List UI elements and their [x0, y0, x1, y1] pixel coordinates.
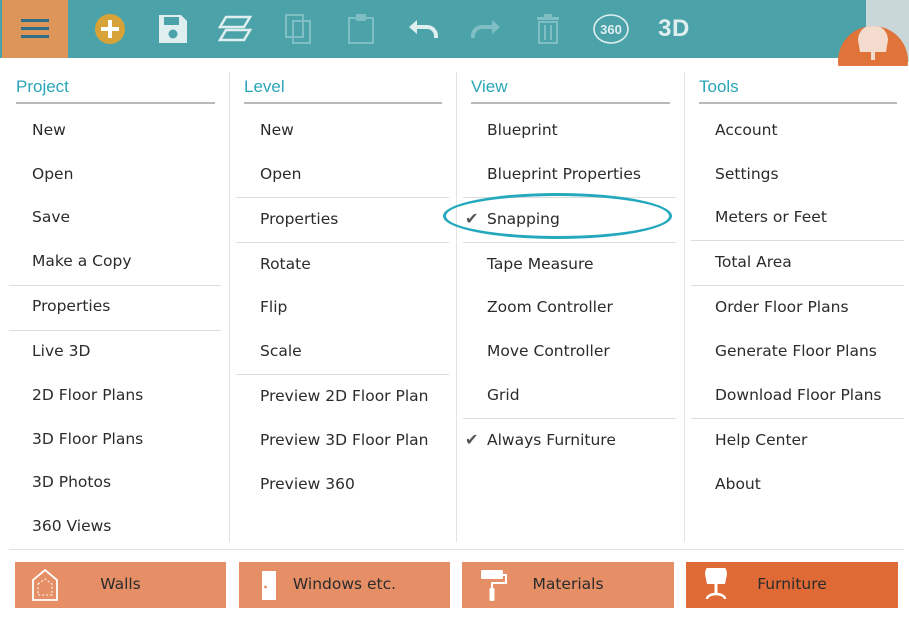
level-preview-3d-floor-plan[interactable]: Preview 3D Floor Plan: [260, 431, 428, 449]
heading-underline: [699, 102, 897, 104]
tools-about[interactable]: About: [715, 475, 761, 493]
view-always-furniture[interactable]: Always Furniture: [487, 431, 616, 449]
360-label: 360: [600, 22, 622, 37]
menu-divider: [691, 285, 904, 286]
column-divider: [456, 72, 457, 542]
windows-button[interactable]: Windows etc.: [239, 562, 450, 608]
menu-button[interactable]: [2, 0, 68, 58]
level-flip[interactable]: Flip: [260, 298, 287, 316]
menu-divider: [236, 197, 449, 198]
menu-divider: [9, 330, 221, 331]
layers-button[interactable]: [217, 10, 253, 48]
tools-help-center[interactable]: Help Center: [715, 431, 807, 449]
walls-button[interactable]: Walls: [15, 562, 226, 608]
always-furniture-check-icon: ✔: [465, 430, 479, 449]
level-preview-2d-floor-plan[interactable]: Preview 2D Floor Plan: [260, 387, 428, 405]
windows-label: Windows etc.: [292, 575, 397, 593]
level-rotate[interactable]: Rotate: [260, 255, 311, 273]
furniture-label: Furniture: [757, 575, 827, 593]
redo-icon: [471, 20, 500, 38]
level-heading: Level: [244, 77, 285, 96]
view-move-controller[interactable]: Move Controller: [487, 342, 610, 360]
heading-underline: [16, 102, 215, 104]
undo-icon: [409, 20, 438, 38]
delete-button[interactable]: [530, 10, 566, 48]
undo-button[interactable]: [405, 10, 441, 48]
360-icon: 360: [593, 14, 629, 44]
snapping-check-icon: ✔: [465, 209, 479, 228]
project-new[interactable]: New: [32, 121, 66, 139]
save-icon: [159, 15, 187, 43]
project-3d-floor-plans[interactable]: 3D Floor Plans: [32, 430, 143, 448]
menu-divider: [236, 374, 449, 375]
3d-view-button[interactable]: 3D: [654, 10, 694, 48]
menu-divider: [691, 418, 904, 419]
save-button[interactable]: [155, 10, 191, 48]
tools-meters-or-feet[interactable]: Meters or Feet: [715, 208, 827, 226]
materials-button[interactable]: Materials: [462, 562, 674, 608]
copy-icon: [285, 14, 311, 44]
project-3d-photos[interactable]: 3D Photos: [32, 473, 111, 491]
project-save[interactable]: Save: [32, 208, 70, 226]
paste-button[interactable]: [343, 10, 379, 48]
menu-divider: [463, 242, 676, 243]
menu-divider: [463, 418, 676, 419]
heading-underline: [471, 102, 670, 104]
level-scale[interactable]: Scale: [260, 342, 302, 360]
heading-underline: [244, 102, 442, 104]
project-make-a-copy[interactable]: Make a Copy: [32, 252, 132, 270]
column-divider: [229, 72, 230, 542]
view-snapping[interactable]: Snapping: [487, 210, 560, 228]
menu-divider: [463, 197, 676, 198]
level-new[interactable]: New: [260, 121, 294, 139]
tools-order-floor-plans[interactable]: Order Floor Plans: [715, 298, 849, 316]
layers-icon: [218, 15, 252, 42]
project-open[interactable]: Open: [32, 165, 73, 183]
tools-generate-floor-plans[interactable]: Generate Floor Plans: [715, 342, 877, 360]
tools-total-area[interactable]: Total Area: [715, 253, 792, 271]
menu-divider: [9, 285, 221, 286]
project-live-3d[interactable]: Live 3D: [32, 342, 90, 360]
level-open[interactable]: Open: [260, 165, 301, 183]
materials-label: Materials: [532, 575, 604, 593]
column-divider: [684, 72, 685, 542]
tools-download-floor-plans[interactable]: Download Floor Plans: [715, 386, 882, 404]
view-zoom-controller[interactable]: Zoom Controller: [487, 298, 613, 316]
project-2d-floor-plans[interactable]: 2D Floor Plans: [32, 386, 143, 404]
furniture-button[interactable]: Furniture: [686, 562, 898, 608]
tools-account[interactable]: Account: [715, 121, 778, 139]
tools-heading: Tools: [699, 77, 739, 96]
add-button[interactable]: [92, 10, 128, 48]
view-heading: View: [471, 77, 508, 96]
menu-divider: [236, 242, 449, 243]
project-heading: Project: [16, 77, 69, 96]
level-preview-360[interactable]: Preview 360: [260, 475, 355, 493]
view-grid[interactable]: Grid: [487, 386, 520, 404]
top-toolbar: 360 3D: [0, 0, 909, 96]
category-divider: [9, 549, 904, 550]
view-blueprint[interactable]: Blueprint: [487, 121, 558, 139]
menu-icon: [21, 19, 49, 38]
level-properties[interactable]: Properties: [260, 210, 338, 228]
view-tape-measure[interactable]: Tape Measure: [487, 255, 594, 273]
redo-button[interactable]: [468, 10, 504, 48]
3d-icon: 3D: [658, 15, 690, 42]
delete-icon: [537, 14, 559, 44]
paste-icon: [348, 14, 374, 44]
menu-divider: [691, 240, 904, 241]
view-blueprint-properties[interactable]: Blueprint Properties: [487, 165, 641, 183]
project-properties[interactable]: Properties: [32, 297, 110, 315]
copy-button[interactable]: [280, 10, 316, 48]
walls-label: Walls: [100, 575, 141, 593]
360-view-button[interactable]: 360: [591, 10, 631, 48]
add-icon: [95, 14, 125, 44]
project-360-views[interactable]: 360 Views: [32, 517, 111, 535]
tools-settings[interactable]: Settings: [715, 165, 779, 183]
